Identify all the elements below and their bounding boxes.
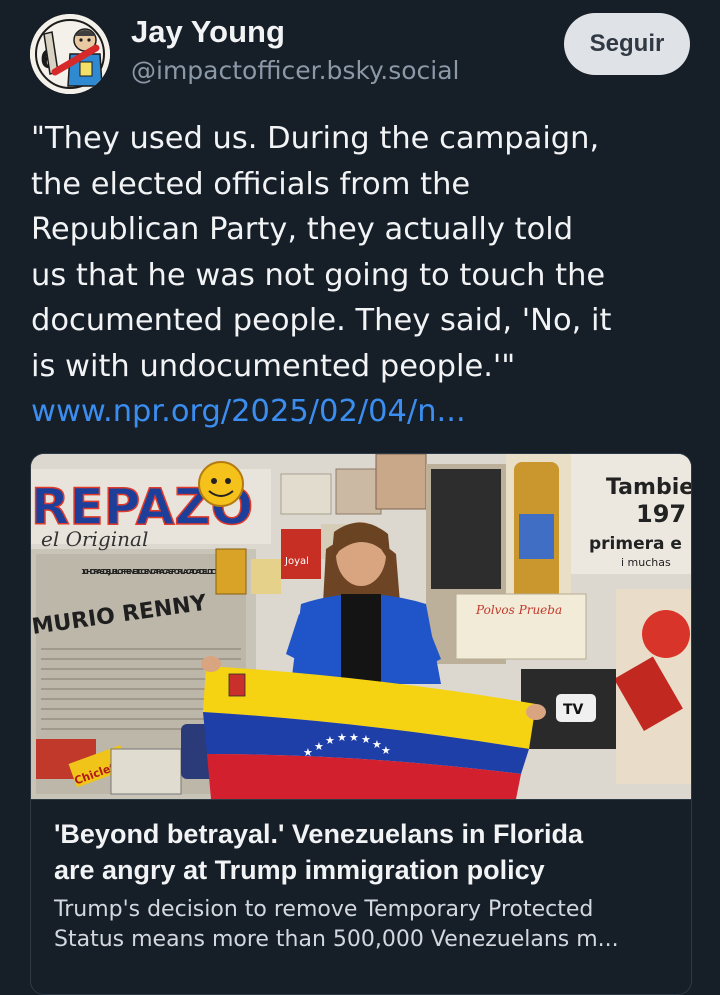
article-photo: REPAZO el Original 10 HORAS DE JUBILO FR… <box>31 454 691 799</box>
svg-text:★: ★ <box>325 734 335 747</box>
svg-text:★: ★ <box>337 731 347 744</box>
card-desc-line: Status means more than 500,000 Venezuela… <box>54 927 619 952</box>
post-header: 6 Jay Young @impactofficer.bsky.social S… <box>0 0 720 100</box>
link-card-title[interactable]: 'Beyond betrayal.' Venezuelans in Florid… <box>54 816 674 888</box>
svg-text:★: ★ <box>303 746 313 759</box>
svg-text:★: ★ <box>349 731 359 744</box>
ad-text: Polvos Prueba <box>475 603 562 617</box>
card-desc-line: Trump's decision to remove Temporary Pro… <box>54 897 594 922</box>
poster-tv-text: TV <box>563 702 584 718</box>
author-handle[interactable]: @impactofficer.bsky.social <box>131 56 460 85</box>
card-title-line: are angry at Trump immigration policy <box>54 855 545 885</box>
post-text-line: Republican Party, they actually told <box>31 212 574 247</box>
author-avatar[interactable]: 6 <box>30 14 110 94</box>
post-text-line: "They used us. During the campaign, <box>31 121 600 156</box>
svg-text:★: ★ <box>314 740 324 753</box>
post-body: "They used us. During the campaign, the … <box>31 116 701 435</box>
link-card-description: Trump's decision to remove Temporary Pro… <box>54 895 679 955</box>
poster-text-2: 197 <box>636 500 686 528</box>
card-divider <box>31 799 691 800</box>
follow-button[interactable]: Seguir <box>564 13 690 75</box>
svg-text:★: ★ <box>381 744 391 757</box>
link-preview-card[interactable]: REPAZO el Original 10 HORAS DE JUBILO FR… <box>30 453 692 995</box>
poster-text-1: Tambie <box>606 475 691 500</box>
cartoon-officer-avatar-icon: 6 <box>30 14 110 94</box>
post-text-line: documented people. They said, 'No, it <box>31 303 612 338</box>
link-card-image: REPAZO el Original 10 HORAS DE JUBILO FR… <box>31 454 691 799</box>
post-text-line: the elected officials from the <box>31 166 471 202</box>
post-text-line: us that he was not going to touch the <box>31 257 606 293</box>
card-title-line: 'Beyond betrayal.' Venezuelans in Florid… <box>54 819 583 849</box>
newspaper-headline-1: 10 HORAS DE JUBILO FRENETICO EN CARACAS … <box>81 568 232 576</box>
post-text-line: is with undocumented people.'" <box>31 348 516 384</box>
post-link[interactable]: www.npr.org/2025/02/04/n... <box>31 389 701 435</box>
poster-text-3: primera e <box>589 534 682 554</box>
svg-text:★: ★ <box>361 733 371 746</box>
poster-text-4: i muchas <box>621 556 671 569</box>
author-name[interactable]: Jay Young <box>131 14 285 50</box>
store-tagline-text: el Original <box>41 527 148 551</box>
jar-label: Joyal <box>284 556 309 567</box>
